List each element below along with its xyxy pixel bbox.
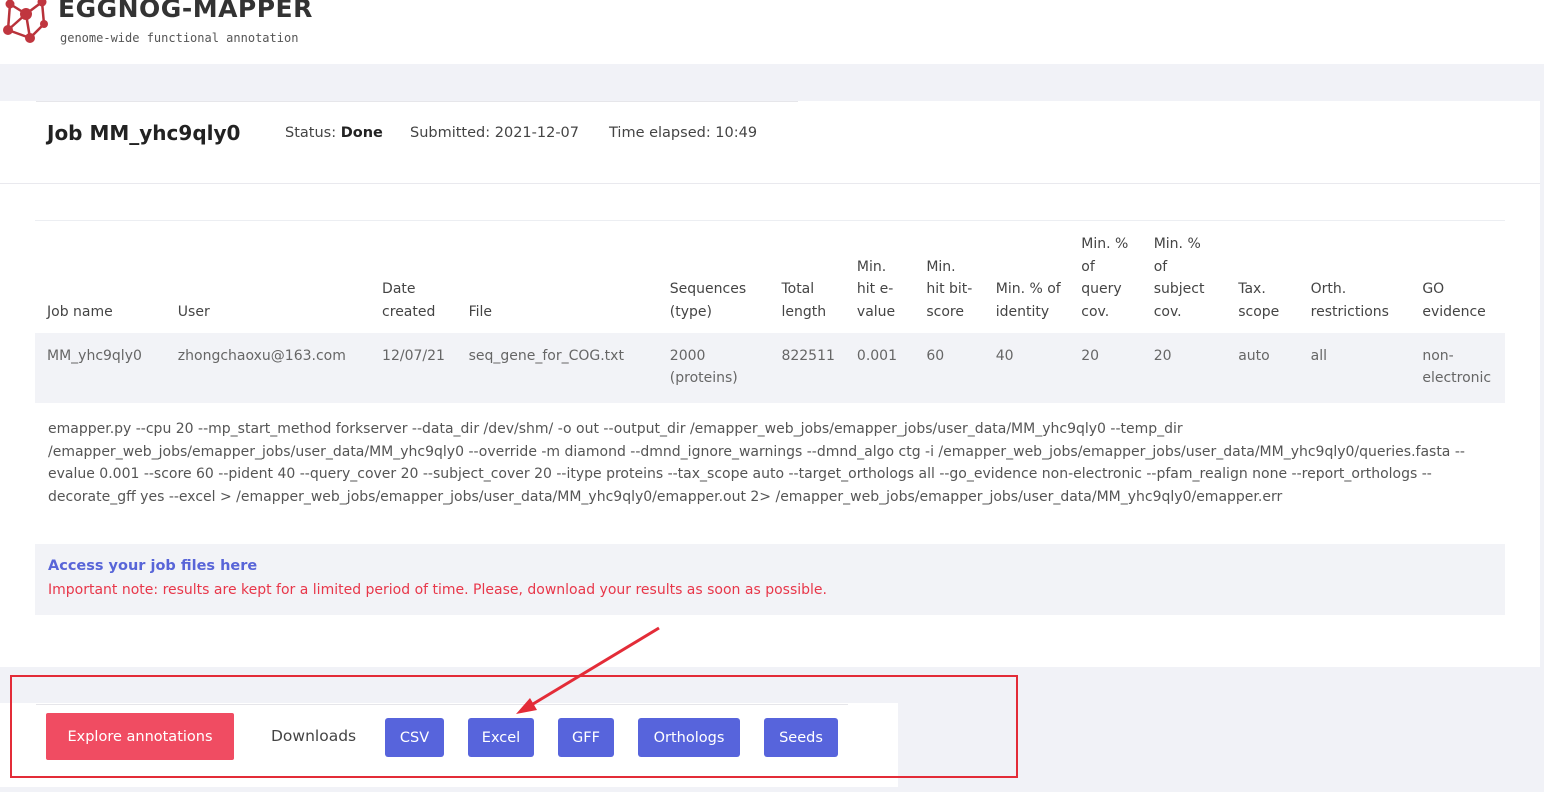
annotation-arrow-icon bbox=[516, 626, 660, 714]
